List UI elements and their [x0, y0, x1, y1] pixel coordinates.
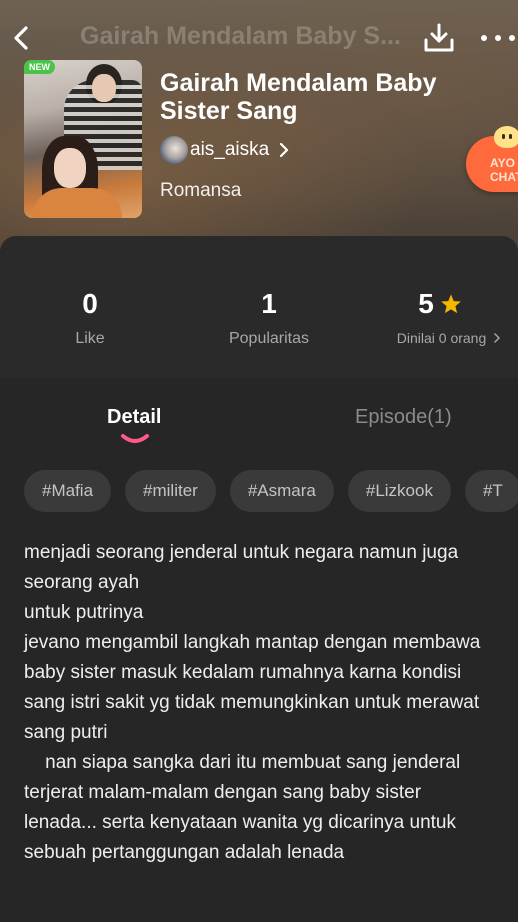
tag-chip[interactable]: #militer	[125, 470, 216, 512]
like-stat[interactable]: 0 Like	[40, 286, 140, 348]
rating-stat[interactable]: 5 Dinilai 0 orang	[384, 286, 514, 346]
tag-chip[interactable]: #T	[464, 470, 518, 512]
star-icon	[440, 294, 461, 314]
chat-mascot-icon	[494, 126, 518, 148]
detail-content: Detail Episode(1) #Mafia #militer #Asmar…	[0, 388, 518, 922]
rating-value: 5	[418, 288, 434, 319]
tag-chip[interactable]: #Lizkook	[347, 470, 451, 512]
like-count: 0	[82, 288, 98, 319]
popularity-stat: 1 Popularitas	[206, 286, 332, 348]
like-label: Like	[75, 330, 105, 347]
genre-label: Romansa	[160, 180, 242, 201]
author-link[interactable]: ais_aiska	[160, 136, 289, 164]
more-options-button[interactable]	[478, 24, 518, 52]
active-tab-indicator	[121, 434, 149, 443]
chevron-right-icon	[494, 333, 500, 343]
back-button[interactable]	[8, 22, 36, 54]
book-title: Gairah Mendalam Baby Sister Sang	[160, 69, 437, 125]
stats-panel: 0 Like 1 Popularitas 5 Dinilai 0 orang	[0, 236, 518, 378]
popularity-count: 1	[261, 288, 277, 319]
chat-floating-button[interactable]: AYO CHAT	[466, 126, 518, 192]
tab-episode[interactable]: Episode(1)	[355, 406, 452, 429]
download-icon	[424, 23, 454, 52]
top-bar: Gairah Mendalam Baby S...	[0, 10, 518, 66]
more-dots-icon	[481, 35, 515, 41]
download-button[interactable]	[422, 22, 456, 54]
tag-chip[interactable]: #Asmara	[229, 470, 334, 512]
popularity-label: Popularitas	[228, 330, 310, 347]
chevron-right-icon	[280, 143, 289, 157]
tag-list: #Mafia #militer #Asmara #Lizkook #T	[24, 470, 518, 512]
author-avatar	[160, 136, 188, 164]
topbar-title: Gairah Mendalam Baby S...	[80, 22, 401, 50]
new-badge: NEW	[24, 60, 55, 74]
tag-chip[interactable]: #Mafia	[24, 470, 112, 512]
book-hero-header: Gairah Mendalam Baby S... NEW Gairah Men…	[0, 0, 518, 250]
synopsis-text: menjadi seorang jenderal untuk negara na…	[24, 542, 481, 863]
chat-button-label: AYO CHAT	[490, 156, 518, 184]
author-name: ais_aiska	[190, 139, 270, 160]
chevron-left-icon	[14, 26, 28, 50]
tab-detail[interactable]: Detail	[107, 406, 161, 429]
book-cover-image[interactable]	[24, 60, 142, 218]
rating-label: Dinilai 0 orang	[396, 330, 487, 346]
